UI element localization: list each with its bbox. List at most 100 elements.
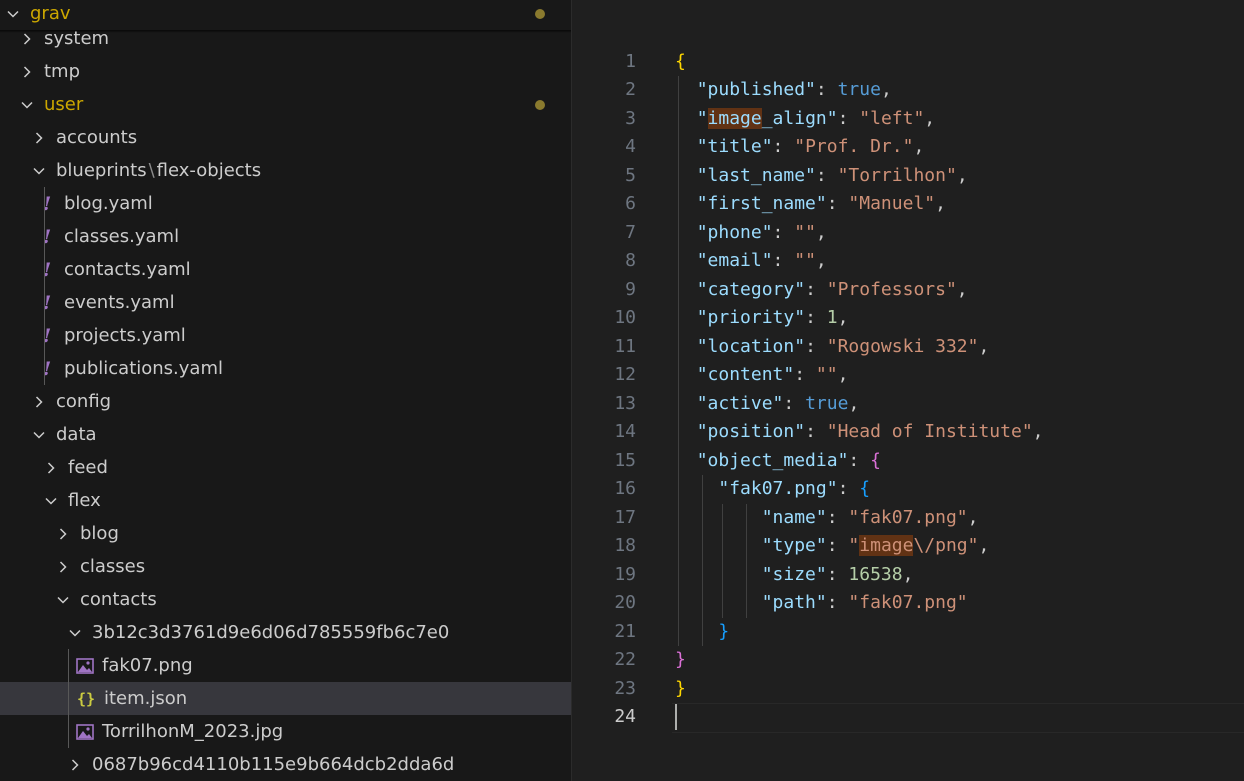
indent-guide	[44, 187, 45, 385]
code-line: 4 "title": "Prof. Dr.",	[572, 133, 1244, 162]
code-line: 22}	[572, 646, 1244, 675]
tree-item-publications-yaml[interactable]: ! publications.yaml	[0, 352, 571, 385]
code-text: "last_name": "Torrilhon",	[696, 164, 968, 186]
code-text: }	[675, 649, 686, 670]
tree-item-label: system	[44, 28, 110, 49]
chevron-right-icon	[32, 131, 46, 145]
tree-item-blueprints[interactable]: blueprints \ flex-objects	[0, 154, 571, 187]
code-line: 11 "location": "Rogowski 332",	[572, 333, 1244, 362]
tree-item-contacts-yaml[interactable]: ! contacts.yaml	[0, 253, 571, 286]
indent-guide	[68, 649, 69, 748]
line-number: 5	[625, 164, 636, 186]
tree-item-0687b96cd4110b115e9b664dcb2dda6d[interactable]: 0687b96cd4110b115e9b664dcb2dda6d	[0, 748, 571, 781]
tree-item-feed[interactable]: feed	[0, 451, 571, 484]
chevron-down-icon	[6, 7, 20, 21]
chevron-right-icon	[56, 560, 70, 574]
chevron-down-icon	[32, 164, 46, 178]
line-number: 12	[614, 364, 636, 385]
code-line: 24	[572, 703, 1244, 732]
tree-item-label: config	[56, 391, 112, 412]
chevron-down-icon	[32, 428, 46, 442]
line-number: 2	[625, 79, 636, 100]
tree-item-fak07-png[interactable]: fak07.png	[0, 649, 571, 682]
chevron-right-icon	[44, 461, 58, 475]
code-line: 16 "fak07.png": {	[572, 475, 1244, 504]
tree-item-label: TorrilhonM_2023.jpg	[102, 721, 284, 742]
tree-item-blog-yaml[interactable]: ! blog.yaml	[0, 187, 571, 220]
tree-item-label: blog	[80, 523, 119, 544]
tree-item-classes-yaml[interactable]: ! classes.yaml	[0, 220, 571, 253]
code-editor[interactable]: 1{2 "published": true, 3 "image_align": "…	[572, 0, 1244, 781]
image-file-icon	[76, 657, 94, 674]
code-text: }	[675, 677, 686, 699]
code-text: "path": "fak07.png"	[761, 592, 968, 613]
code-line: 10 "priority": 1,	[572, 304, 1244, 333]
code-text: "first_name": "Manuel",	[696, 193, 946, 214]
yaml-file-icon: !	[42, 192, 52, 215]
code-line: 19 "size": 16538,	[572, 561, 1244, 590]
tree-item-label: accounts	[56, 127, 138, 148]
tree-item-label: 0687b96cd4110b115e9b664dcb2dda6d	[92, 754, 455, 775]
code-line: 21 }	[572, 618, 1244, 647]
tree-item-label: user	[44, 94, 84, 115]
code-text: "location": "Rogowski 332",	[696, 335, 990, 357]
code-text: "object_media": {	[696, 449, 881, 471]
chevron-right-icon	[56, 527, 70, 541]
code-line: 13 "active": true,	[572, 390, 1244, 419]
code-text: "name": "fak07.png",	[761, 506, 979, 528]
line-number: 20	[614, 592, 636, 613]
tree-item-tmp[interactable]: tmp	[0, 55, 571, 88]
tree-item-classes[interactable]: classes	[0, 550, 571, 583]
line-number: 13	[614, 392, 636, 414]
yaml-file-icon: !	[42, 324, 52, 347]
tree-item-events-yaml[interactable]: ! events.yaml	[0, 286, 571, 319]
tree-item-data[interactable]: data	[0, 418, 571, 451]
yaml-file-icon: !	[42, 258, 52, 281]
line-number: 4	[625, 136, 636, 157]
line-number: 1	[625, 50, 636, 72]
code-line: 2 "published": true,	[572, 76, 1244, 105]
code-text: "fak07.png": {	[718, 478, 871, 499]
chevron-down-icon	[44, 494, 58, 508]
tree-item-item-json[interactable]: {} item.json	[0, 682, 571, 715]
yaml-file-icon: !	[42, 357, 52, 380]
tree-item-flex[interactable]: flex	[0, 484, 571, 517]
line-number: 8	[625, 250, 636, 271]
code-line: 5 "last_name": "Torrilhon",	[572, 162, 1244, 191]
tree-item-torrilhonm-2023-jpg[interactable]: TorrilhonM_2023.jpg	[0, 715, 571, 748]
line-number: 21	[614, 620, 636, 642]
chevron-down-icon	[68, 626, 82, 640]
code-text: "title": "Prof. Dr.",	[696, 136, 925, 157]
tree-item-projects-yaml[interactable]: ! projects.yaml	[0, 319, 571, 352]
code-text: "published": true,	[696, 79, 892, 100]
tree-item-label: classes.yaml	[64, 226, 180, 247]
line-number: 23	[614, 677, 636, 699]
tree-item-3b12c3d3761d9e6d06d785559fb6c7e0[interactable]: 3b12c3d3761d9e6d06d785559fb6c7e0	[0, 616, 571, 649]
tree-item-label: fak07.png	[102, 655, 193, 676]
tree-item-blog[interactable]: blog	[0, 517, 571, 550]
code-line: 23}	[572, 675, 1244, 704]
chevron-right-icon	[20, 65, 34, 79]
tree-item-system[interactable]: system	[0, 22, 571, 55]
code-line: 7 "phone": "",	[572, 219, 1244, 248]
code-line: 8 "email": "",	[572, 247, 1244, 276]
tree-item-label: 3b12c3d3761d9e6d06d785559fb6c7e0	[92, 622, 450, 643]
line-number: 6	[625, 193, 636, 214]
tree-item-contacts[interactable]: contacts	[0, 583, 571, 616]
line-number: 10	[614, 307, 636, 328]
code-line: 9 "category": "Professors",	[572, 276, 1244, 305]
chevron-right-icon	[68, 758, 82, 772]
tree-item-config[interactable]: config	[0, 385, 571, 418]
line-number: 11	[614, 335, 636, 357]
code-line: 15 "object_media": {	[572, 447, 1244, 476]
tree-item-label: tmp	[44, 61, 81, 82]
explorer-sidebar: grav system tmp user accounts blueprints \ fle…	[0, 0, 571, 781]
code-text: "content": "",	[696, 364, 849, 385]
code-line: 20 "path": "fak07.png"	[572, 589, 1244, 618]
tree-item-label: flex	[68, 490, 101, 511]
tree-item-user[interactable]: user	[0, 88, 571, 121]
tree-item-label: data	[56, 424, 97, 445]
tree-item-label-secondary: flex-objects	[156, 160, 262, 181]
tree-item-accounts[interactable]: accounts	[0, 121, 571, 154]
code-text: "active": true,	[696, 392, 860, 414]
